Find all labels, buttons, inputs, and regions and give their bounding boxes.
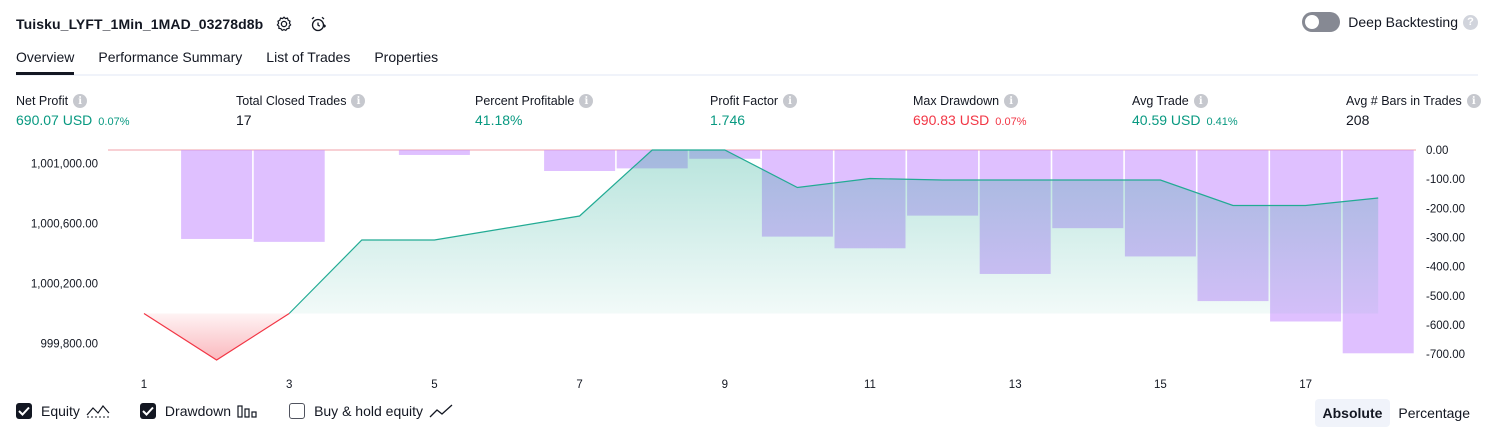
metric-label: Profit Factor: [710, 94, 779, 108]
x-axis-tick: 1: [141, 379, 147, 391]
info-icon[interactable]: i: [1004, 94, 1019, 108]
chart-legend: Equity Drawdown Buy & hold equity: [16, 403, 483, 419]
tab-list-of-trades[interactable]: List of Trades: [266, 46, 350, 72]
drawdown-axis-labels: 0.00 -100.00 -200.00 -300.00 -400.00 -500.00 -…: [1426, 145, 1465, 361]
equity-axis-tick: 999,800.00: [40, 339, 98, 351]
add-alert-icon[interactable]: [305, 11, 331, 37]
deep-backtesting-control: Deep Backtesting ?: [1302, 12, 1478, 32]
drawdown-bar: [544, 150, 616, 171]
metric-percent: 0.07%: [98, 116, 130, 128]
x-axis-labels: 1 3 5 7 9 11 13 15 17: [141, 379, 1312, 391]
info-icon[interactable]: i: [351, 94, 366, 108]
metric-label: Percent Profitable: [475, 94, 575, 108]
x-axis-tick: 15: [1154, 379, 1167, 391]
tab-performance-summary[interactable]: Performance Summary: [98, 46, 242, 72]
drawdown-bars-icon: [237, 404, 259, 418]
buy-hold-line-icon: [429, 404, 453, 418]
x-axis-tick: 11: [864, 379, 876, 391]
x-axis-tick: 7: [576, 379, 582, 391]
legend-buy-hold[interactable]: Buy & hold equity: [289, 403, 453, 419]
metric-value: 40.59 USD: [1132, 112, 1201, 128]
equity-fill-negative: [144, 313, 290, 360]
x-axis-tick: 5: [431, 379, 437, 391]
drawdown-axis-tick: -200.00: [1426, 203, 1465, 215]
x-axis-tick: 17: [1299, 379, 1312, 391]
drawdown-bar: [398, 150, 470, 155]
metric-value: 690.07 USD: [16, 112, 93, 128]
metric-label: Max Drawdown: [913, 94, 1000, 108]
equity-axis-labels: 1,001,000.00 1,000,600.00 1,000,200.00 999,…: [31, 159, 98, 351]
x-axis-tick: 3: [286, 379, 292, 391]
metric-avg-trade: Avg Trade i 40.59 USD 0.41%: [1132, 94, 1238, 128]
value-mode-toggle: Absolute Percentage: [1314, 399, 1479, 427]
checkbox-checked[interactable]: [16, 403, 32, 419]
metric-value: 17: [236, 112, 252, 128]
toggle-knob: [1305, 15, 1320, 29]
drawdown-axis-tick: 0.00: [1426, 145, 1448, 157]
equity-axis-tick: 1,000,200.00: [31, 279, 98, 291]
metric-label: Avg Trade: [1132, 94, 1189, 108]
settings-icon[interactable]: [271, 11, 297, 37]
report-header: Tuisku_LYFT_1Min_1MAD_03278d8b: [16, 8, 331, 40]
percentage-button[interactable]: Percentage: [1390, 399, 1478, 427]
drawdown-bar: [253, 150, 325, 242]
drawdown-axis-tick: -500.00: [1426, 291, 1465, 303]
info-icon[interactable]: i: [783, 94, 798, 108]
metric-percent: 0.07%: [995, 116, 1027, 128]
metric-percent: 0.41%: [1206, 116, 1238, 128]
drawdown-axis-tick: -600.00: [1426, 320, 1465, 332]
drawdown-axis-tick: -300.00: [1426, 233, 1465, 245]
legend-label: Equity: [41, 403, 80, 419]
metric-label: Total Closed Trades: [236, 94, 347, 108]
metric-total-closed-trades: Total Closed Trades i 17: [236, 94, 366, 128]
metric-value: 41.18%: [475, 112, 523, 128]
drawdown-axis-tick: -400.00: [1426, 262, 1465, 274]
deep-backtesting-label: Deep Backtesting: [1348, 14, 1458, 30]
info-icon[interactable]: i: [579, 94, 594, 108]
report-tabs: Overview Performance Summary List of Tra…: [16, 46, 1478, 76]
metric-label: Avg # Bars in Trades: [1346, 94, 1462, 108]
strategy-title: Tuisku_LYFT_1Min_1MAD_03278d8b: [16, 16, 264, 32]
metric-max-drawdown: Max Drawdown i 690.83 USD 0.07%: [913, 94, 1026, 128]
deep-backtesting-toggle[interactable]: [1302, 12, 1341, 32]
info-icon[interactable]: i: [1193, 94, 1208, 108]
metric-label: Net Profit: [16, 94, 69, 108]
metric-avg-bars-in-trades: Avg # Bars in Trades i 208: [1346, 94, 1481, 128]
metric-value: 208: [1346, 112, 1370, 128]
metric-value: 690.83 USD: [913, 112, 990, 128]
x-axis-tick: 13: [1009, 379, 1022, 391]
absolute-button[interactable]: Absolute: [1314, 399, 1391, 427]
info-icon[interactable]: i: [1466, 94, 1481, 108]
tab-overview[interactable]: Overview: [16, 46, 75, 75]
drawdown-bar: [181, 150, 253, 239]
metric-net-profit: Net Profit i 690.07 USD 0.07%: [16, 94, 129, 128]
equity-drawdown-chart: 1,001,000.00 1,000,600.00 1,000,200.00 999,…: [31, 145, 1465, 391]
equity-axis-tick: 1,000,600.00: [31, 219, 98, 231]
tab-properties[interactable]: Properties: [374, 46, 438, 72]
equity-line-icon: [86, 404, 110, 418]
drawdown-axis-tick: -700.00: [1426, 349, 1465, 361]
info-icon[interactable]: i: [73, 94, 88, 108]
legend-equity[interactable]: Equity: [16, 403, 110, 419]
legend-label: Buy & hold equity: [314, 403, 424, 419]
equity-axis-tick: 1,001,000.00: [31, 159, 98, 171]
checkbox-unchecked[interactable]: [289, 403, 306, 419]
checkbox-checked[interactable]: [139, 403, 156, 419]
help-icon[interactable]: ?: [1463, 14, 1478, 30]
legend-drawdown[interactable]: Drawdown: [139, 403, 259, 419]
legend-label: Drawdown: [164, 403, 232, 419]
metric-percent-profitable: Percent Profitable i 41.18%: [475, 94, 594, 128]
drawdown-axis-tick: -100.00: [1426, 174, 1465, 186]
metric-value: 1.746: [710, 112, 746, 128]
x-axis-tick: 9: [722, 379, 728, 391]
metric-profit-factor: Profit Factor i 1.746: [710, 94, 798, 128]
